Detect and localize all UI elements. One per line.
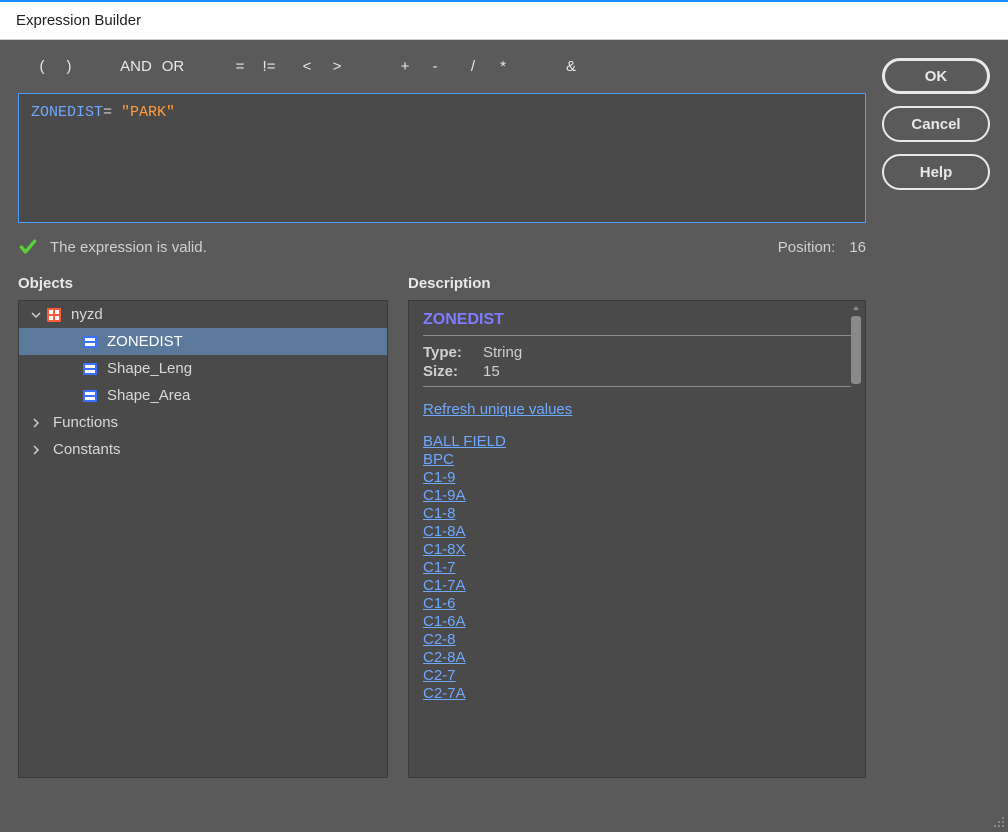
tree-field-zonedist[interactable]: ZONEDIST — [19, 328, 387, 355]
tree-label: Functions — [53, 414, 118, 431]
position-label: Position: — [778, 239, 836, 256]
expr-op: = — [103, 104, 112, 121]
tree-field-shape-area[interactable]: Shape_Area — [19, 382, 387, 409]
tree-label: nyzd — [71, 306, 103, 323]
expr-field: ZONEDIST — [31, 104, 103, 121]
cancel-button[interactable]: Cancel — [882, 106, 990, 142]
layer-icon — [45, 306, 63, 324]
ok-button[interactable]: OK — [882, 58, 990, 94]
field-icon — [81, 360, 99, 378]
op-minus[interactable]: - — [420, 58, 450, 75]
tree-field-label: Shape_Leng — [107, 360, 192, 377]
op-eq[interactable]: = — [226, 58, 254, 75]
operator-toolbar: ( ) AND OR = != < > + - / * & — [18, 58, 866, 75]
field-icon — [81, 333, 99, 351]
tree-field-label: Shape_Area — [107, 387, 190, 404]
help-button[interactable]: Help — [882, 154, 990, 190]
tree-node-nyzd[interactable]: nyzd — [19, 301, 387, 328]
size-label: Size: — [423, 363, 473, 380]
scroll-up-icon[interactable] — [849, 303, 863, 316]
value-item[interactable]: C2-8A — [423, 649, 466, 666]
chevron-right-icon[interactable] — [27, 445, 45, 455]
value-item[interactable]: C2-7A — [423, 685, 466, 702]
objects-tree[interactable]: nyzd ZONEDIST Shape_Leng — [18, 300, 388, 778]
type-label: Type: — [423, 344, 473, 361]
position-value: 16 — [849, 239, 866, 256]
value-item[interactable]: C1-9A — [423, 487, 466, 504]
op-mul[interactable]: * — [488, 58, 518, 75]
type-value: String — [483, 344, 522, 361]
op-gt[interactable]: > — [322, 58, 352, 75]
chevron-down-icon[interactable] — [27, 310, 45, 320]
tree-field-shape-leng[interactable]: Shape_Leng — [19, 355, 387, 382]
value-item[interactable]: BPC — [423, 451, 454, 468]
expr-value: "PARK" — [121, 104, 175, 121]
check-icon — [18, 237, 38, 257]
op-rparen[interactable]: ) — [52, 58, 86, 75]
value-item[interactable]: C1-8 — [423, 505, 456, 522]
op-plus[interactable]: + — [390, 58, 420, 75]
op-or[interactable]: OR — [156, 58, 190, 75]
description-label: Description — [408, 275, 866, 292]
field-icon — [81, 387, 99, 405]
validation-message: The expression is valid. — [50, 239, 207, 256]
value-item[interactable]: C1-9 — [423, 469, 456, 486]
unique-values-list: BALL FIELD BPC C1-9 C1-9A C1-8 C1-8A C1-… — [423, 433, 851, 703]
value-item[interactable]: C1-8A — [423, 523, 466, 540]
op-lparen[interactable]: ( — [32, 58, 52, 75]
value-item[interactable]: C2-8 — [423, 631, 456, 648]
value-item[interactable]: BALL FIELD — [423, 433, 506, 450]
scroll-thumb[interactable] — [851, 316, 861, 384]
op-div[interactable]: / — [458, 58, 488, 75]
expression-input[interactable]: ZONEDIST= "PARK" — [18, 93, 866, 223]
divider — [423, 386, 851, 387]
tree-field-label: ZONEDIST — [107, 333, 183, 350]
tree-label: Constants — [53, 441, 121, 458]
description-panel: ZONEDIST Type: String Size: 15 Refresh u… — [408, 300, 866, 778]
value-item[interactable]: C1-7A — [423, 577, 466, 594]
value-item[interactable]: C1-6 — [423, 595, 456, 612]
value-item[interactable]: C1-8X — [423, 541, 466, 558]
tree-node-constants[interactable]: Constants — [19, 436, 387, 463]
desc-field-title: ZONEDIST — [423, 311, 851, 329]
window-title: Expression Builder — [16, 12, 141, 29]
op-neq[interactable]: != — [254, 58, 284, 75]
refresh-values-link[interactable]: Refresh unique values — [423, 401, 572, 418]
size-value: 15 — [483, 363, 500, 380]
title-bar: Expression Builder — [0, 0, 1008, 40]
objects-label: Objects — [18, 275, 388, 292]
op-lt[interactable]: < — [292, 58, 322, 75]
value-item[interactable]: C1-6A — [423, 613, 466, 630]
divider — [423, 335, 851, 336]
tree-node-functions[interactable]: Functions — [19, 409, 387, 436]
op-amp[interactable]: & — [556, 58, 586, 75]
chevron-right-icon[interactable] — [27, 418, 45, 428]
value-item[interactable]: C1-7 — [423, 559, 456, 576]
scrollbar[interactable] — [849, 303, 863, 775]
value-item[interactable]: C2-7 — [423, 667, 456, 684]
op-and[interactable]: AND — [116, 58, 156, 75]
resize-grip-icon[interactable] — [992, 815, 1006, 829]
